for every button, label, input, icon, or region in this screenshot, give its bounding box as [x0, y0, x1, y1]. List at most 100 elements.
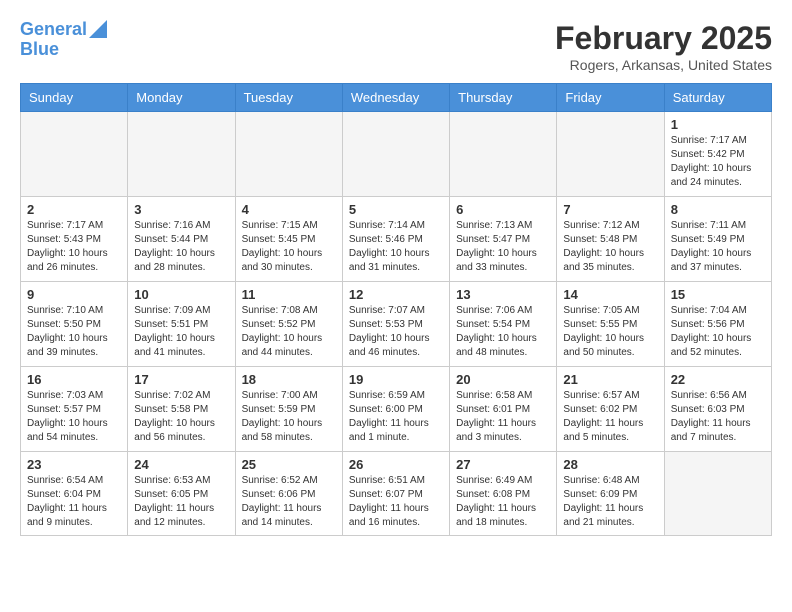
calendar-cell: [450, 112, 557, 197]
calendar-cell: 28 Sunrise: 6:48 AMSunset: 6:09 PMDayligh…: [557, 452, 664, 536]
day-info: Sunrise: 7:14 AMSunset: 5:46 PMDaylight:…: [349, 219, 443, 275]
day-info: Sunrise: 6:57 AMSunset: 6:02 PMDaylight:…: [563, 389, 657, 445]
calendar-cell: [235, 112, 342, 197]
day-number: 13: [456, 287, 550, 302]
day-info: Sunrise: 7:09 AMSunset: 5:51 PMDaylight:…: [134, 304, 228, 360]
day-number: 16: [27, 372, 121, 387]
day-number: 14: [563, 287, 657, 302]
calendar-cell: [664, 452, 771, 536]
calendar-cell: 2Sunrise: 7:17 AMSunset: 5:43 PMDaylight…: [21, 197, 128, 282]
calendar-cell: 17Sunrise: 7:02 AMSunset: 5:58 PMDayligh…: [128, 367, 235, 452]
calendar-cell: 19 Sunrise: 6:59 AMSunset: 6:00 PMDayligh…: [342, 367, 449, 452]
day-info: Sunrise: 6:53 AMSunset: 6:05 PMDaylight:…: [134, 474, 228, 530]
logo-text: General: [20, 20, 87, 40]
day-info: Sunrise: 7:04 AMSunset: 5:56 PMDaylight:…: [671, 304, 765, 360]
day-info: Sunrise: 6:48 AMSunset: 6:09 PMDaylight:…: [563, 474, 657, 530]
day-info: Sunrise: 7:06 AMSunset: 5:54 PMDaylight:…: [456, 304, 550, 360]
weekday-header: Monday: [128, 84, 235, 112]
weekday-header: Friday: [557, 84, 664, 112]
calendar-cell: 18 Sunrise: 7:00 AMSunset: 5:59 PMDayligh…: [235, 367, 342, 452]
calendar-cell: [342, 112, 449, 197]
day-info: Sunrise: 7:13 AMSunset: 5:47 PMDaylight:…: [456, 219, 550, 275]
day-info: Sunrise: 7:16 AMSunset: 5:44 PMDaylight:…: [134, 219, 228, 275]
calendar-week-row: 9Sunrise: 7:10 AMSunset: 5:50 PMDaylight…: [21, 282, 772, 367]
day-number: 20: [456, 372, 550, 387]
day-number: 26: [349, 457, 443, 472]
day-info: Sunrise: 7:12 AMSunset: 5:48 PMDaylight:…: [563, 219, 657, 275]
weekday-header: Thursday: [450, 84, 557, 112]
calendar-cell: 8Sunrise: 7:11 AMSunset: 5:49 PMDaylight…: [664, 197, 771, 282]
calendar-cell: 4Sunrise: 7:15 AMSunset: 5:45 PMDaylight…: [235, 197, 342, 282]
calendar: SundayMondayTuesdayWednesdayThursdayFrid…: [20, 83, 772, 536]
day-info: Sunrise: 7:03 AMSunset: 5:57 PMDaylight:…: [27, 389, 121, 445]
calendar-cell: 23 Sunrise: 6:54 AMSunset: 6:04 PMDayligh…: [21, 452, 128, 536]
day-info: Sunrise: 6:54 AMSunset: 6:04 PMDaylight:…: [27, 474, 121, 530]
day-number: 27: [456, 457, 550, 472]
title-area: February 2025 Rogers, Arkansas, United S…: [555, 20, 772, 73]
day-info: Sunrise: 7:00 AMSunset: 5:59 PMDaylight:…: [242, 389, 336, 445]
calendar-cell: 16 Sunrise: 7:03 AMSunset: 5:57 PMDayligh…: [21, 367, 128, 452]
calendar-cell: 10 Sunrise: 7:09 AMSunset: 5:51 PMDayligh…: [128, 282, 235, 367]
day-info: Sunrise: 7:15 AMSunset: 5:45 PMDaylight:…: [242, 219, 336, 275]
page-header: General Blue February 2025 Rogers, Arkan…: [20, 20, 772, 73]
day-number: 7: [563, 202, 657, 217]
day-info: Sunrise: 7:10 AMSunset: 5:50 PMDaylight:…: [27, 304, 121, 360]
day-info: Sunrise: 7:17 AMSunset: 5:43 PMDaylight:…: [27, 219, 121, 275]
weekday-header: Sunday: [21, 84, 128, 112]
day-number: 3: [134, 202, 228, 217]
calendar-cell: [557, 112, 664, 197]
logo-text-blue: Blue: [20, 40, 59, 60]
day-number: 5: [349, 202, 443, 217]
calendar-cell: 24 Sunrise: 6:53 AMSunset: 6:05 PMDayligh…: [128, 452, 235, 536]
calendar-cell: 25 Sunrise: 6:52 AMSunset: 6:06 PMDayligh…: [235, 452, 342, 536]
calendar-cell: 11Sunrise: 7:08 AMSunset: 5:52 PMDayligh…: [235, 282, 342, 367]
calendar-week-row: 2Sunrise: 7:17 AMSunset: 5:43 PMDaylight…: [21, 197, 772, 282]
calendar-week-row: 16 Sunrise: 7:03 AMSunset: 5:57 PMDayligh…: [21, 367, 772, 452]
calendar-cell: [128, 112, 235, 197]
calendar-cell: 12 Sunrise: 7:07 AMSunset: 5:53 PMDayligh…: [342, 282, 449, 367]
day-info: Sunrise: 7:07 AMSunset: 5:53 PMDaylight:…: [349, 304, 443, 360]
day-number: 1: [671, 117, 765, 132]
calendar-cell: 13 Sunrise: 7:06 AMSunset: 5:54 PMDayligh…: [450, 282, 557, 367]
calendar-week-row: 1 Sunrise: 7:17 AMSunset: 5:42 PMDaylight…: [21, 112, 772, 197]
calendar-cell: 5 Sunrise: 7:14 AMSunset: 5:46 PMDaylight…: [342, 197, 449, 282]
calendar-cell: [21, 112, 128, 197]
location: Rogers, Arkansas, United States: [555, 57, 772, 73]
weekday-header: Tuesday: [235, 84, 342, 112]
day-number: 28: [563, 457, 657, 472]
day-number: 23: [27, 457, 121, 472]
calendar-cell: 3 Sunrise: 7:16 AMSunset: 5:44 PMDaylight…: [128, 197, 235, 282]
day-number: 8: [671, 202, 765, 217]
weekday-header-row: SundayMondayTuesdayWednesdayThursdayFrid…: [21, 84, 772, 112]
day-info: Sunrise: 6:52 AMSunset: 6:06 PMDaylight:…: [242, 474, 336, 530]
day-number: 17: [134, 372, 228, 387]
logo: General Blue: [20, 20, 107, 60]
day-number: 25: [242, 457, 336, 472]
calendar-cell: 27 Sunrise: 6:49 AMSunset: 6:08 PMDayligh…: [450, 452, 557, 536]
month-title: February 2025: [555, 20, 772, 57]
weekday-header: Wednesday: [342, 84, 449, 112]
calendar-cell: 1 Sunrise: 7:17 AMSunset: 5:42 PMDaylight…: [664, 112, 771, 197]
day-number: 12: [349, 287, 443, 302]
day-info: Sunrise: 7:05 AMSunset: 5:55 PMDaylight:…: [563, 304, 657, 360]
calendar-cell: 7 Sunrise: 7:12 AMSunset: 5:48 PMDaylight…: [557, 197, 664, 282]
day-number: 24: [134, 457, 228, 472]
calendar-cell: 26Sunrise: 6:51 AMSunset: 6:07 PMDayligh…: [342, 452, 449, 536]
day-number: 18: [242, 372, 336, 387]
weekday-header: Saturday: [664, 84, 771, 112]
day-info: Sunrise: 6:59 AMSunset: 6:00 PMDaylight:…: [349, 389, 443, 445]
day-info: Sunrise: 7:17 AMSunset: 5:42 PMDaylight:…: [671, 134, 765, 190]
day-number: 19: [349, 372, 443, 387]
calendar-cell: 14 Sunrise: 7:05 AMSunset: 5:55 PMDayligh…: [557, 282, 664, 367]
day-number: 15: [671, 287, 765, 302]
calendar-cell: 22Sunrise: 6:56 AMSunset: 6:03 PMDayligh…: [664, 367, 771, 452]
calendar-cell: 9Sunrise: 7:10 AMSunset: 5:50 PMDaylight…: [21, 282, 128, 367]
day-number: 10: [134, 287, 228, 302]
calendar-cell: 15 Sunrise: 7:04 AMSunset: 5:56 PMDayligh…: [664, 282, 771, 367]
day-number: 21: [563, 372, 657, 387]
day-number: 6: [456, 202, 550, 217]
calendar-cell: 21 Sunrise: 6:57 AMSunset: 6:02 PMDayligh…: [557, 367, 664, 452]
logo-triangle-icon: [89, 20, 107, 38]
day-info: Sunrise: 7:08 AMSunset: 5:52 PMDaylight:…: [242, 304, 336, 360]
day-info: Sunrise: 6:49 AMSunset: 6:08 PMDaylight:…: [456, 474, 550, 530]
